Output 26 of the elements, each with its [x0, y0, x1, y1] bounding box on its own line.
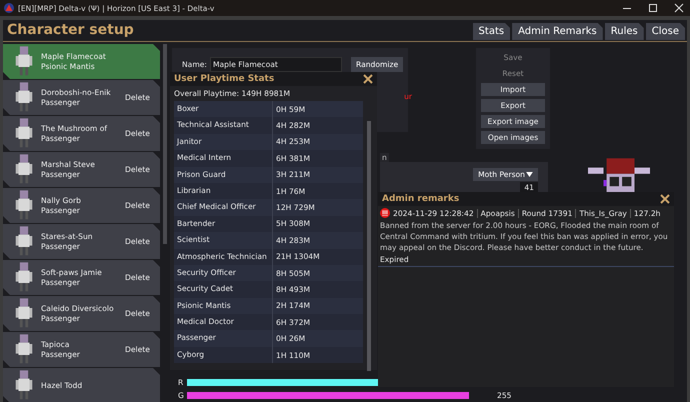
scrollbar[interactable]: [163, 44, 167, 244]
maximize-icon[interactable]: [648, 3, 658, 13]
header-tab[interactable]: Rules: [604, 23, 644, 40]
character-sprite: [13, 189, 35, 222]
window-heading: Character setup: [7, 22, 134, 38]
header-tab[interactable]: Close: [646, 23, 685, 40]
character-sprite: [13, 45, 35, 78]
close-icon[interactable]: [660, 194, 670, 204]
character-sprite: [13, 261, 35, 294]
warning-icon: [380, 208, 390, 218]
character-sprite: [13, 333, 35, 366]
caret-icon: [526, 172, 533, 177]
app-logo-icon: [4, 3, 14, 13]
character-sprite: [13, 153, 35, 186]
close-icon[interactable]: [363, 74, 373, 84]
character-sprite: [13, 225, 35, 258]
scrollbar[interactable]: [367, 121, 371, 371]
character-sprite: [13, 117, 35, 150]
admin-remarks-title: Admin remarks: [382, 194, 460, 204]
header-tab[interactable]: Admin Remarks: [512, 23, 603, 40]
header-tab[interactable]: Stats: [472, 23, 510, 40]
playtime-title: User Playtime Stats: [174, 74, 274, 84]
character-sprite: [13, 81, 35, 114]
character-sprite: [13, 369, 35, 402]
character-sprite: [13, 297, 35, 330]
color-slider-fill[interactable]: [187, 392, 469, 399]
